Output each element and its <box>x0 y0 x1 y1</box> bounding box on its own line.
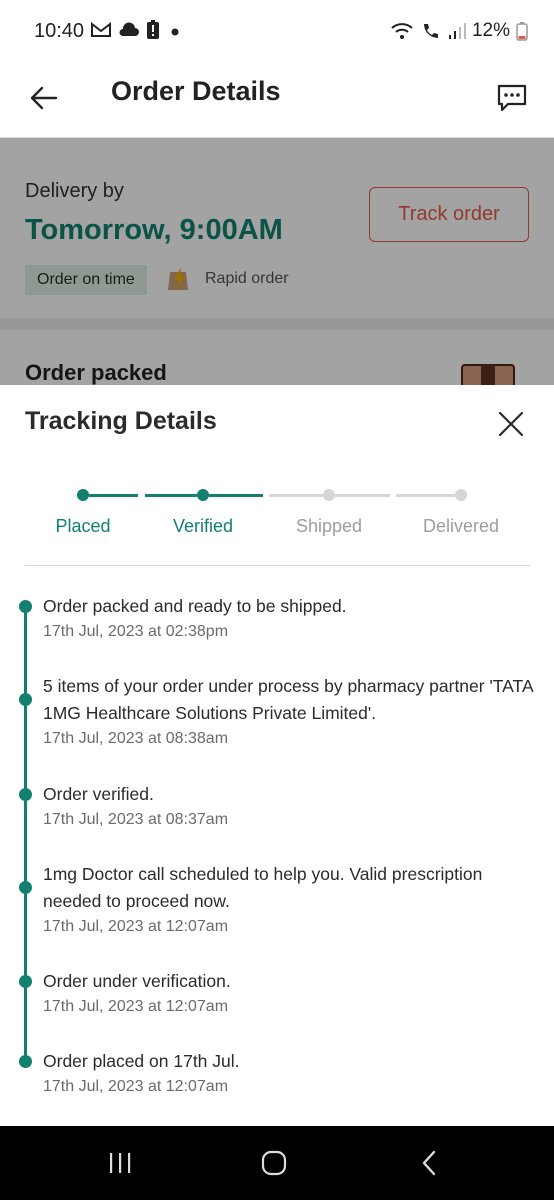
status-bar: 10:40 12% <box>0 0 554 64</box>
system-nav-bar <box>0 1126 554 1200</box>
dot-icon <box>171 28 179 36</box>
step-line-delivered-left <box>396 494 455 497</box>
signal-icon <box>448 23 466 39</box>
home-button[interactable] <box>254 1146 294 1180</box>
app-header: Order Details <box>0 64 554 138</box>
event-time: 17th Jul, 2023 at 12:07am <box>43 918 229 935</box>
wifi-calling-icon <box>423 24 438 38</box>
event-text: Order verified. <box>43 784 154 804</box>
recent-apps-button[interactable] <box>100 1146 140 1180</box>
step-line-shipped-left <box>269 494 323 497</box>
battery-icon <box>516 22 528 41</box>
wifi-icon <box>391 23 413 39</box>
timeline-dot <box>19 881 32 894</box>
notification-icons <box>90 20 184 40</box>
battery-alert-icon <box>147 20 159 39</box>
timeline-dot <box>19 693 32 706</box>
step-label-shipped: Shipped <box>295 516 363 536</box>
modal-overlay[interactable] <box>0 138 554 385</box>
step-dot-placed <box>77 489 89 501</box>
event-text: 1mg Doctor call scheduled to help you. V… <box>43 864 483 911</box>
battery-percent: 12% <box>471 20 510 41</box>
cloud-icon <box>119 22 139 36</box>
home-icon <box>261 1150 287 1176</box>
step-line-verified-right <box>209 494 263 497</box>
event-text: Order under verification. <box>43 971 231 991</box>
close-button[interactable] <box>494 407 528 441</box>
timeline-line <box>24 607 27 1059</box>
sheet-divider <box>25 565 530 566</box>
step-dot-delivered <box>455 489 467 501</box>
timeline-dot <box>19 975 32 988</box>
recent-apps-icon <box>110 1153 131 1173</box>
chat-button[interactable] <box>490 76 534 120</box>
event-time: 17th Jul, 2023 at 12:07am <box>43 998 229 1015</box>
chat-icon <box>497 84 527 112</box>
timeline-dot <box>19 788 32 801</box>
event-text: 5 items of your order under process by p… <box>43 676 533 723</box>
step-line-placed <box>89 494 138 497</box>
back-button[interactable] <box>22 76 66 120</box>
nav-back-button[interactable] <box>410 1146 450 1180</box>
timeline-dot <box>19 1055 32 1068</box>
gmail-icon <box>91 21 111 37</box>
sheet-title: Tracking Details <box>25 407 217 435</box>
status-time: 10:40 <box>34 20 85 42</box>
event-time: 17th Jul, 2023 at 08:37am <box>43 811 229 828</box>
event-time: 17th Jul, 2023 at 02:38pm <box>43 623 229 640</box>
close-icon <box>498 411 524 437</box>
step-label-verified: Verified <box>172 516 234 536</box>
step-label-delivered: Delivered <box>422 516 500 536</box>
event-text: Order placed on 17th Jul. <box>43 1051 240 1071</box>
progress-stepper: Placed Verified Shipped Delivered <box>0 480 554 550</box>
status-right: 12% <box>390 20 528 42</box>
page-title: Order Details <box>111 76 281 106</box>
step-dot-verified <box>197 489 209 501</box>
step-dot-shipped <box>323 489 335 501</box>
arrow-left-icon <box>30 86 58 110</box>
step-line-shipped-right <box>335 494 390 497</box>
event-text: Order packed and ready to be shipped. <box>43 596 347 616</box>
event-time: 17th Jul, 2023 at 12:07am <box>43 1078 229 1095</box>
timeline-dot <box>19 600 32 613</box>
step-label-placed: Placed <box>55 516 111 536</box>
step-line-verified-left <box>145 494 197 497</box>
tracking-sheet: Tracking Details Placed Verified Shipped… <box>0 385 554 1126</box>
back-icon <box>422 1150 436 1176</box>
event-time: 17th Jul, 2023 at 08:38am <box>43 730 229 747</box>
